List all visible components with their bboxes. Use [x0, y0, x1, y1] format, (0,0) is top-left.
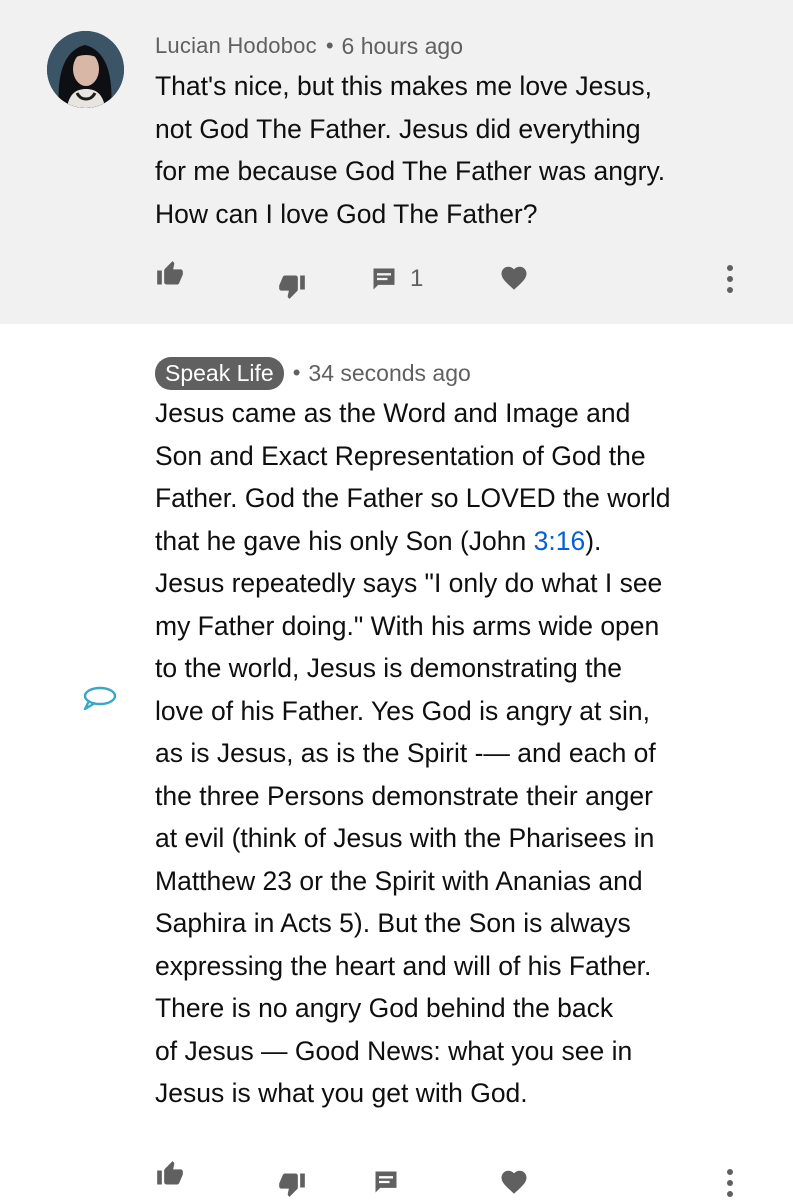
- heart-button[interactable]: [498, 262, 530, 294]
- reply-button[interactable]: 1: [370, 262, 423, 296]
- more-options-button[interactable]: [716, 1166, 744, 1200]
- reply-count: 1: [410, 265, 424, 292]
- avatar[interactable]: [47, 31, 124, 108]
- dislike-icon: [278, 1170, 306, 1198]
- author-name[interactable]: Speak Life: [155, 356, 284, 390]
- like-icon: [156, 260, 184, 288]
- speech-bubble-icon[interactable]: [80, 682, 120, 714]
- verse-link[interactable]: 3:16: [534, 526, 586, 556]
- separator-dot: •: [292, 360, 301, 385]
- dislike-button[interactable]: [276, 270, 308, 302]
- heart-icon: [499, 263, 529, 293]
- comment-actions: [0, 1158, 793, 1198]
- dislike-button[interactable]: [276, 1168, 308, 1200]
- more-vertical-icon: [726, 1168, 734, 1198]
- like-icon: [156, 1160, 184, 1188]
- heart-icon: [499, 1167, 529, 1197]
- dislike-icon: [278, 272, 306, 300]
- comment-text-part: ). Jesus repeatedly says "I only do what…: [155, 525, 663, 1109]
- more-options-button[interactable]: [716, 262, 744, 296]
- comment-speak-life: Speak Life • 34 seconds ago Jesus came a…: [0, 324, 793, 1200]
- comment-timestamp[interactable]: 6 hours ago: [342, 33, 463, 60]
- comment-header: Lucian Hodoboc • 6 hours ago: [155, 30, 463, 62]
- author-name[interactable]: Lucian Hodoboc: [155, 33, 317, 59]
- comment-timestamp[interactable]: 34 seconds ago: [308, 360, 470, 387]
- like-button[interactable]: [154, 258, 186, 290]
- separator-dot: •: [325, 33, 334, 58]
- heart-button[interactable]: [498, 1166, 530, 1198]
- like-button[interactable]: [154, 1158, 186, 1190]
- comment-header: Speak Life • 34 seconds ago: [155, 356, 471, 390]
- reply-icon: [372, 1168, 400, 1196]
- comment-actions: 1: [0, 258, 793, 299]
- more-vertical-icon: [726, 264, 734, 294]
- comment-text: Jesus came as the Word and Image and Son…: [155, 392, 765, 1115]
- reply-button[interactable]: [370, 1166, 402, 1198]
- reply-icon: [370, 265, 398, 293]
- comment-text: That's nice, but this makes me love Jesu…: [155, 71, 666, 229]
- comment-lucian: Lucian Hodoboc • 6 hours ago That's nice…: [0, 0, 793, 324]
